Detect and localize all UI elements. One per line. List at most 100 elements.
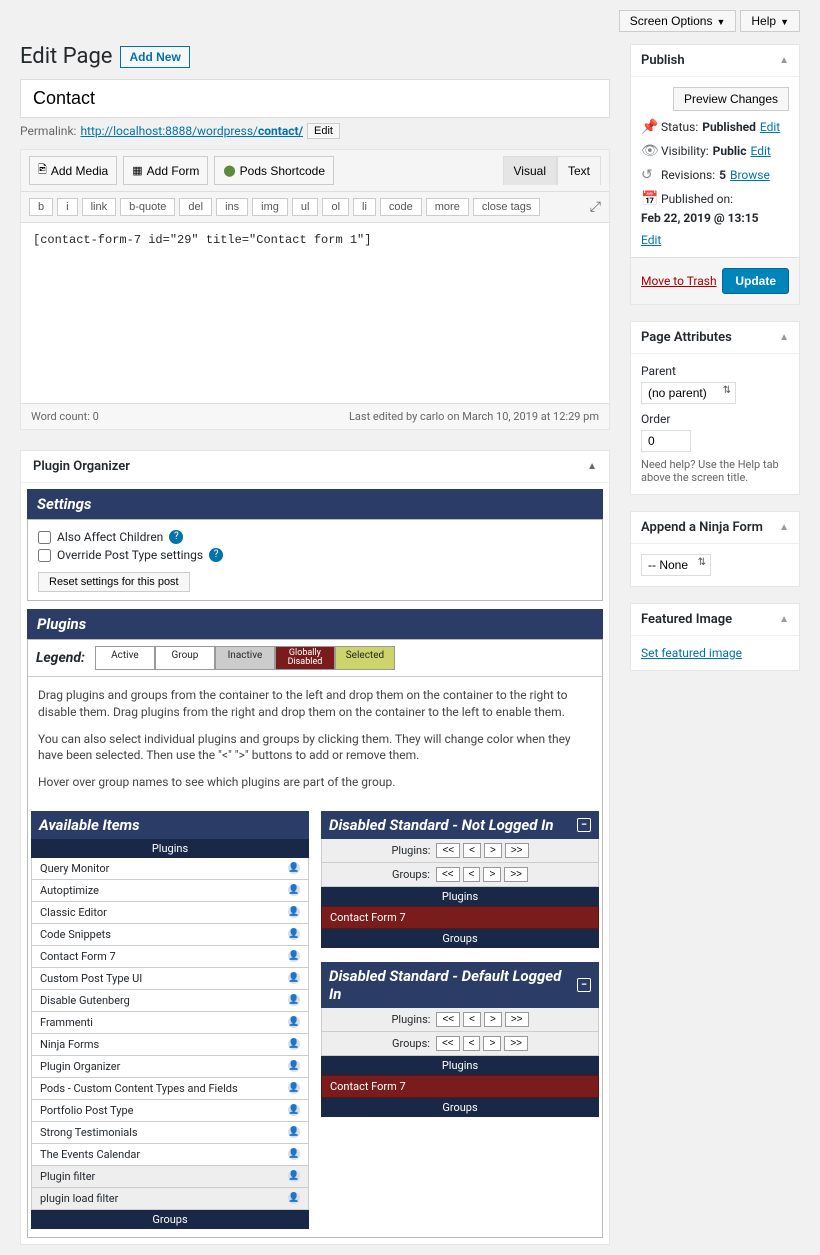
- permalink-edit-button[interactable]: Edit: [307, 123, 340, 139]
- toolbar-link-button[interactable]: link: [82, 198, 117, 216]
- collapse-icon[interactable]: −: [577, 978, 591, 992]
- pods-shortcode-button[interactable]: ⬤Pods Shortcode: [214, 156, 334, 185]
- available-plugin-item[interactable]: Plugin Organizer👤: [31, 1056, 309, 1078]
- shift-button[interactable]: <: [463, 843, 481, 858]
- toolbar-i-button[interactable]: i: [57, 198, 77, 216]
- disabled-plugin-item[interactable]: Contact Form 7: [321, 906, 599, 929]
- permalink-link[interactable]: http://localhost:8888/wordpress/contact/: [80, 124, 303, 138]
- browse-revisions-link[interactable]: Browse: [730, 168, 770, 182]
- reset-settings-button[interactable]: Reset settings for this post: [38, 572, 190, 592]
- shift-button[interactable]: >>: [505, 843, 529, 858]
- form-icon: ▦: [132, 164, 142, 177]
- ninja-form-select[interactable]: -- None: [641, 554, 711, 576]
- update-button[interactable]: Update: [722, 268, 789, 294]
- toolbar-b-quote-button[interactable]: b-quote: [120, 198, 175, 216]
- page-attributes-title: Page Attributes: [641, 330, 732, 345]
- add-form-button[interactable]: ▦Add Form: [123, 156, 208, 185]
- add-media-button[interactable]: 🖻Add Media: [29, 156, 117, 185]
- instructions-text: Drag plugins and groups from the contain…: [38, 687, 592, 721]
- help-button[interactable]: Help▼: [740, 10, 800, 32]
- legend-active: Active: [95, 646, 155, 670]
- collapse-icon[interactable]: ▲: [779, 614, 789, 625]
- edit-status-link[interactable]: Edit: [760, 120, 780, 134]
- eye-icon: 👁: [641, 143, 657, 159]
- screen-options-button[interactable]: Screen Options▼: [619, 10, 737, 32]
- available-plugin-item[interactable]: Portfolio Post Type👤: [31, 1100, 309, 1122]
- pods-icon: ⬤: [223, 164, 235, 177]
- available-plugin-item[interactable]: Autoptimize👤: [31, 880, 309, 902]
- legend-group: Group: [155, 646, 215, 670]
- shift-button[interactable]: <: [463, 1012, 481, 1027]
- plugins-section-head: Plugins: [27, 609, 603, 639]
- shift-button[interactable]: <: [463, 1036, 481, 1051]
- edit-date-link[interactable]: Edit: [641, 233, 661, 247]
- available-plugin-item[interactable]: Query Monitor👤: [31, 858, 309, 880]
- collapse-icon[interactable]: ▲: [779, 522, 789, 533]
- collapse-icon[interactable]: ▲: [779, 55, 789, 66]
- user-icon: 👤: [288, 1016, 300, 1028]
- user-icon: 👤: [288, 1060, 300, 1072]
- toolbar-ins-button[interactable]: ins: [216, 198, 248, 216]
- shift-button[interactable]: >>: [504, 1036, 528, 1051]
- available-plugin-item[interactable]: Classic Editor👤: [31, 902, 309, 924]
- toolbar-more-button[interactable]: more: [426, 198, 469, 216]
- toolbar-ol-button[interactable]: ol: [322, 198, 349, 216]
- available-plugin-item[interactable]: Strong Testimonials👤: [31, 1122, 309, 1144]
- tab-visual[interactable]: Visual: [503, 156, 557, 185]
- edit-visibility-link[interactable]: Edit: [750, 144, 770, 158]
- collapse-icon[interactable]: ▲: [587, 461, 597, 472]
- shift-button[interactable]: <<: [436, 1012, 460, 1027]
- toolbar-del-button[interactable]: del: [179, 198, 212, 216]
- shift-button[interactable]: <: [463, 867, 481, 882]
- camera-icon: 🖻: [38, 161, 47, 180]
- user-icon: 👤: [288, 906, 300, 918]
- available-plugin-item[interactable]: Contact Form 7👤: [31, 946, 309, 968]
- available-plugin-item[interactable]: The Events Calendar👤: [31, 1144, 309, 1166]
- available-plugin-item[interactable]: Pods - Custom Content Types and Fields👤: [31, 1078, 309, 1100]
- shift-button[interactable]: >: [483, 1036, 501, 1051]
- parent-select[interactable]: (no parent): [641, 382, 736, 404]
- collapse-icon[interactable]: ▲: [779, 332, 789, 343]
- set-featured-image-link[interactable]: Set featured image: [641, 646, 742, 660]
- toolbar-b-button[interactable]: b: [29, 198, 53, 216]
- shift-button[interactable]: >>: [505, 1012, 529, 1027]
- editor-content[interactable]: [contact-form-7 id="29" title="Contact f…: [21, 223, 609, 403]
- order-label: Order: [641, 412, 789, 426]
- override-post-type-checkbox[interactable]: [38, 549, 51, 562]
- toolbar-ul-button[interactable]: ul: [292, 198, 319, 216]
- available-plugin-item[interactable]: Custom Post Type UI👤: [31, 968, 309, 990]
- available-plugin-item[interactable]: plugin load filter👤: [31, 1188, 309, 1210]
- shift-button[interactable]: <<: [436, 843, 460, 858]
- instructions-text: Hover over group names to see which plug…: [38, 774, 592, 791]
- help-icon[interactable]: ?: [169, 530, 183, 544]
- toolbar-code-button[interactable]: code: [380, 198, 422, 216]
- shift-button[interactable]: >: [484, 1012, 502, 1027]
- legend-globally-disabled: Globally Disabled: [275, 646, 335, 670]
- add-new-button[interactable]: Add New: [120, 46, 189, 68]
- tab-text[interactable]: Text: [557, 156, 601, 185]
- disabled-plugin-item[interactable]: Contact Form 7: [321, 1075, 599, 1098]
- plugin-organizer-title: Plugin Organizer: [33, 459, 130, 474]
- available-plugin-item[interactable]: Code Snippets👤: [31, 924, 309, 946]
- fullscreen-icon[interactable]: ⤢: [590, 199, 601, 215]
- post-title-input[interactable]: [20, 79, 610, 118]
- user-icon: 👤: [288, 972, 300, 984]
- shift-button[interactable]: >: [484, 843, 502, 858]
- available-plugin-item[interactable]: Plugin filter👤: [31, 1166, 309, 1188]
- toolbar-img-button[interactable]: img: [252, 198, 288, 216]
- toolbar-close-tags-button[interactable]: close tags: [473, 198, 541, 216]
- shift-button[interactable]: <<: [436, 867, 460, 882]
- collapse-icon[interactable]: −: [577, 818, 591, 832]
- preview-changes-button[interactable]: Preview Changes: [673, 87, 789, 111]
- move-to-trash-link[interactable]: Move to Trash: [641, 274, 717, 288]
- shift-button[interactable]: >>: [504, 867, 528, 882]
- shift-button[interactable]: <<: [436, 1036, 460, 1051]
- toolbar-li-button[interactable]: li: [353, 198, 376, 216]
- affect-children-checkbox[interactable]: [38, 531, 51, 544]
- available-plugin-item[interactable]: Frammenti👤: [31, 1012, 309, 1034]
- available-plugin-item[interactable]: Ninja Forms👤: [31, 1034, 309, 1056]
- available-plugin-item[interactable]: Disable Gutenberg👤: [31, 990, 309, 1012]
- help-icon[interactable]: ?: [209, 548, 223, 562]
- shift-button[interactable]: >: [483, 867, 501, 882]
- order-input[interactable]: [641, 430, 691, 452]
